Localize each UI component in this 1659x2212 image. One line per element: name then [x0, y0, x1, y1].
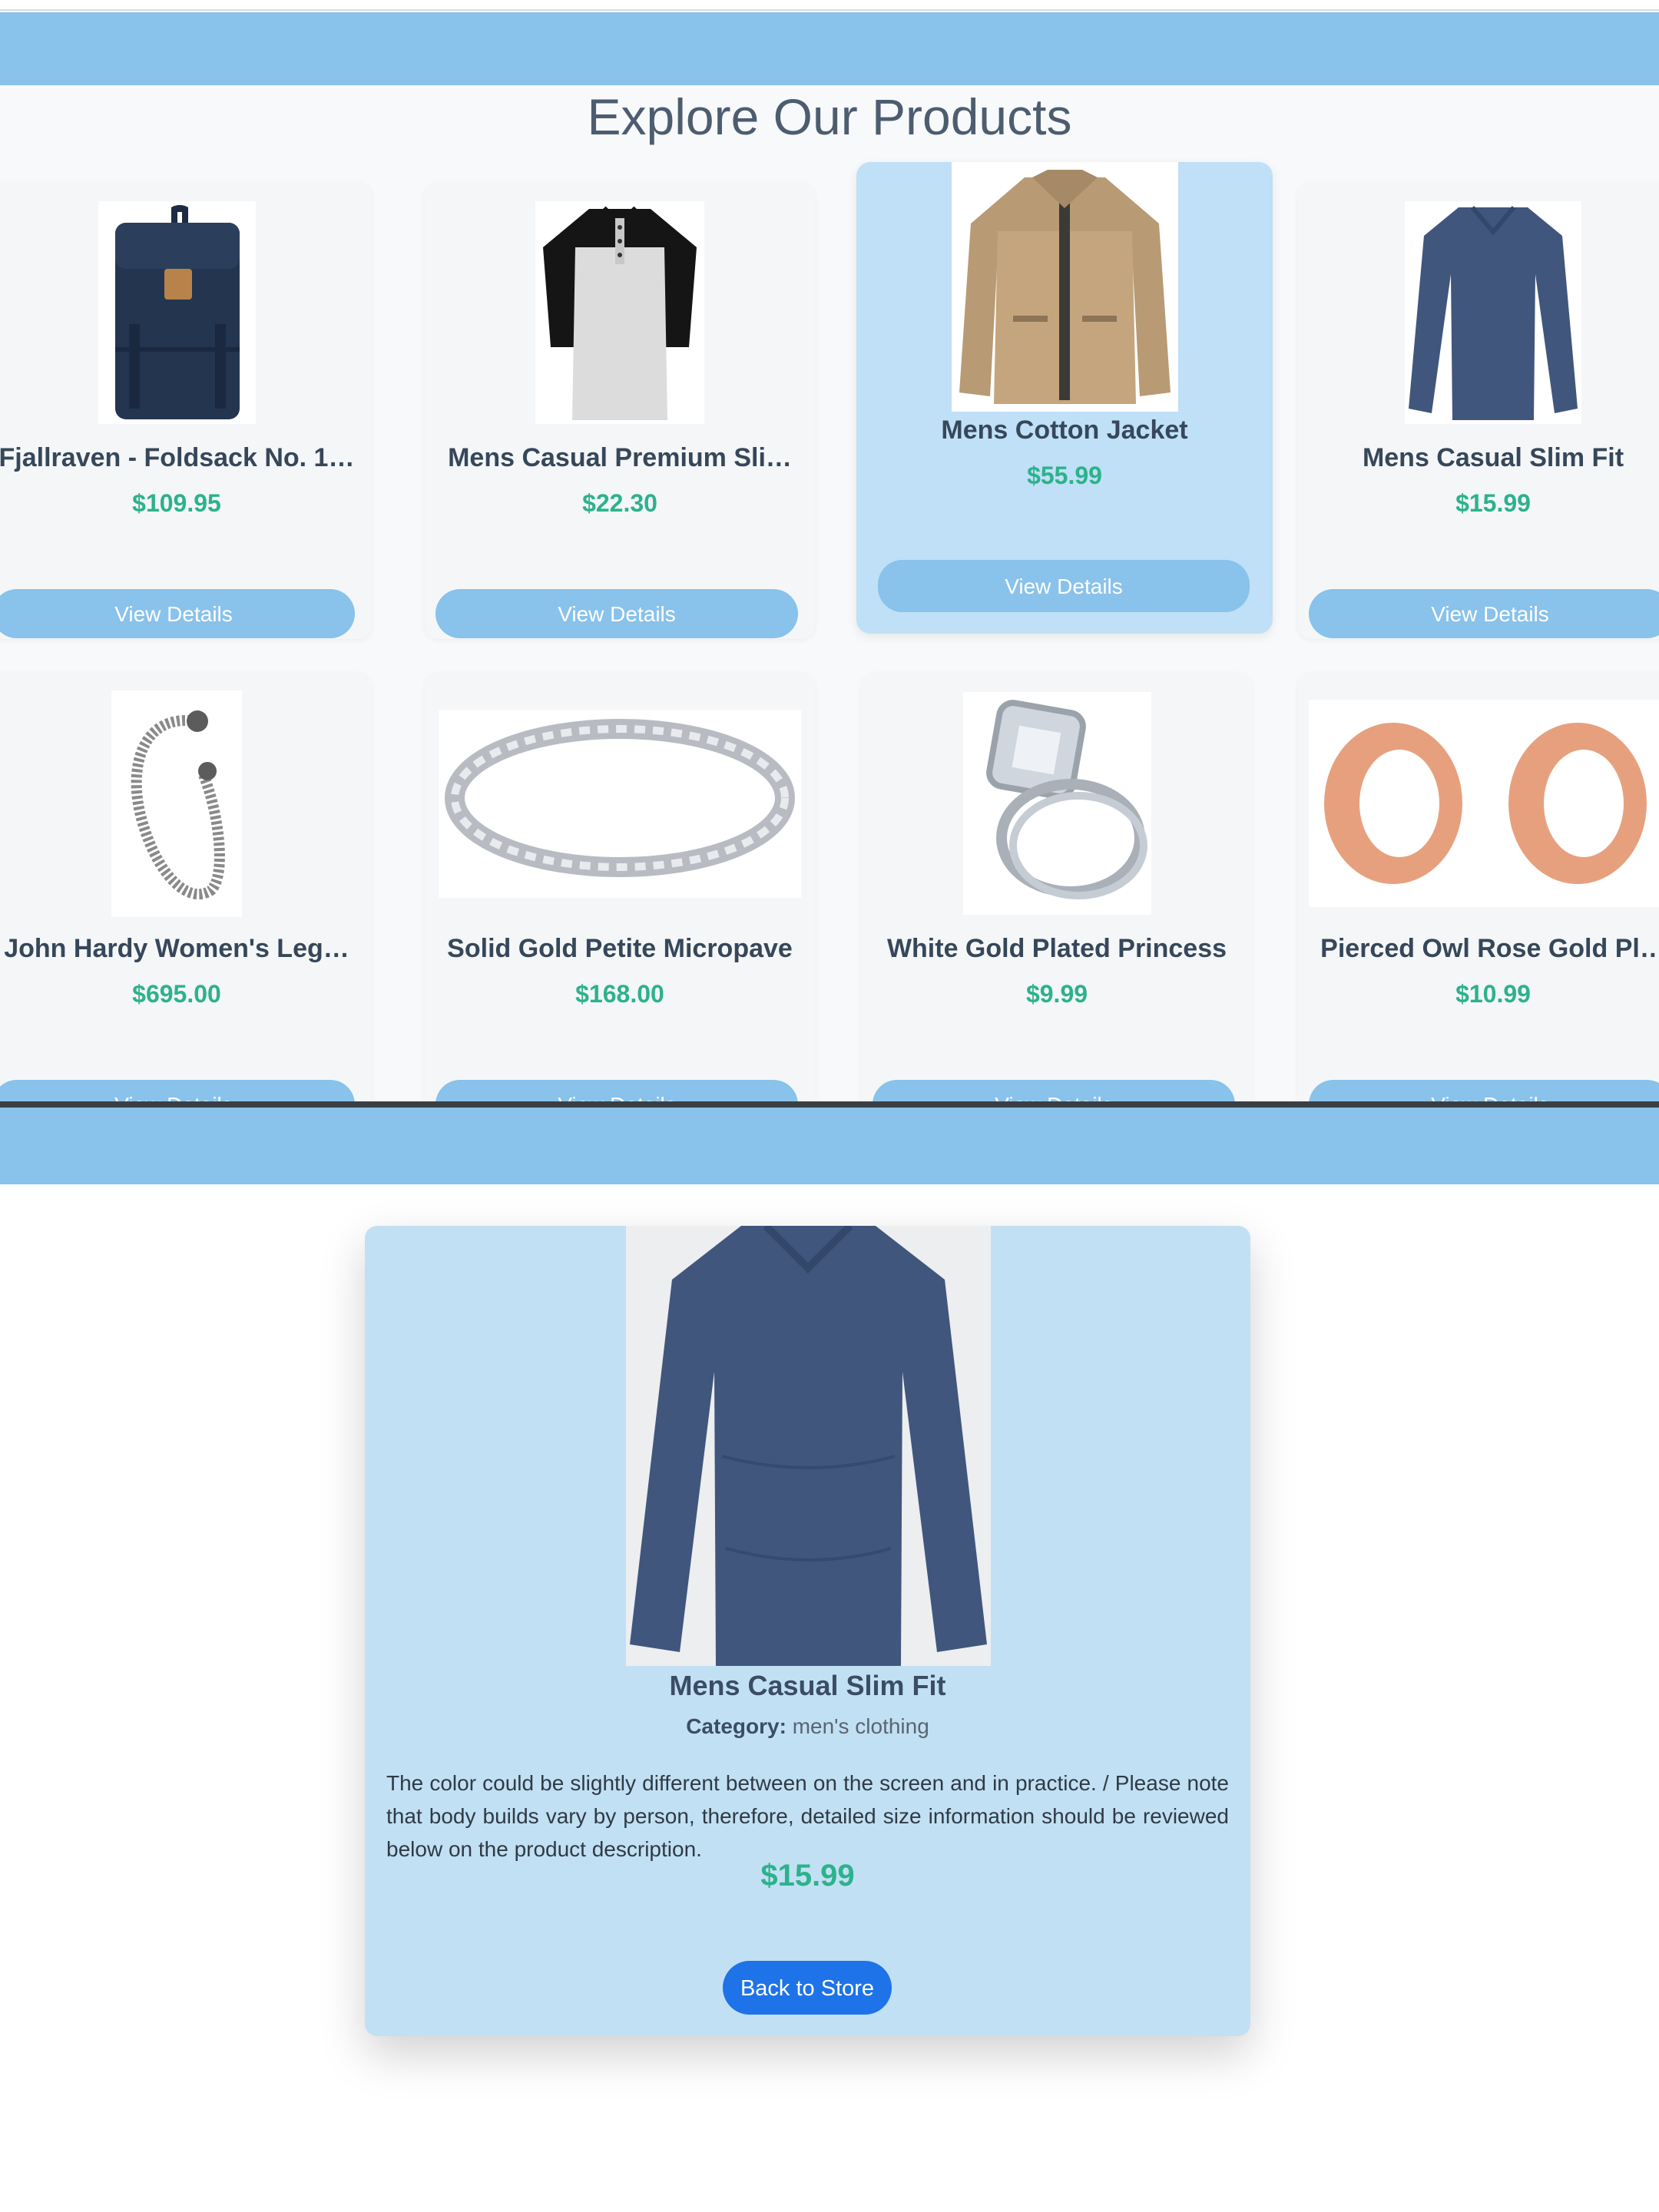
view-details-button[interactable]: View Details: [873, 1080, 1235, 1101]
product-price: $9.99: [1025, 980, 1088, 1008]
window-top-edge: [0, 0, 1659, 11]
princess-ring-image: [862, 688, 1252, 919]
back-to-store-button[interactable]: Back to Store: [723, 1961, 892, 2015]
page-title: Explore Our Products: [587, 88, 1072, 145]
product-card[interactable]: John Hardy Women's Leg… $695.00 View Det…: [0, 673, 372, 1101]
long-sleeve-shirt-image: [1298, 197, 1659, 428]
product-price: $10.99: [1455, 980, 1531, 1008]
category-label: Category:: [686, 1714, 786, 1738]
product-price: $55.99: [1027, 462, 1102, 489]
screenshot-divider: [0, 1101, 1659, 1108]
product-name: Pierced Owl Rose Gold Pl…: [1320, 934, 1659, 963]
view-details-button[interactable]: View Details: [878, 560, 1250, 612]
rose-gold-plugs-image: [1298, 688, 1659, 919]
cotton-jacket-image: [856, 161, 1273, 412]
micropave-ring-image: [425, 688, 815, 919]
store-view: Explore Our Products Fjallraven - Foldsa…: [0, 0, 1659, 1101]
product-detail-category: Category: men's clothing: [365, 1714, 1250, 1739]
view-details-button[interactable]: View Details: [1309, 589, 1659, 638]
product-detail-view: Mens Casual Slim Fit Category: men's clo…: [0, 1108, 1659, 2212]
category-value: men's clothing: [792, 1714, 929, 1738]
view-details-button[interactable]: View Details: [435, 1080, 798, 1101]
detail-header-bar: [0, 1108, 1659, 1184]
raglan-tshirt-image: [425, 197, 815, 428]
product-card[interactable]: Mens Casual Premium Sli… $22.30 View Det…: [425, 182, 815, 639]
product-name: John Hardy Women's Leg…: [4, 934, 349, 963]
product-detail-description: The color could be slightly different be…: [386, 1771, 1229, 1861]
product-price: $109.95: [132, 489, 221, 517]
product-name: Mens Cotton Jacket: [941, 416, 1188, 445]
product-card[interactable]: Mens Casual Slim Fit $15.99 View Details: [1298, 182, 1659, 639]
product-price: $168.00: [575, 980, 664, 1008]
view-details-button[interactable]: View Details: [0, 1080, 355, 1101]
product-name: White Gold Plated Princess: [886, 934, 1227, 963]
backpack-image: [0, 197, 372, 428]
dragon-bracelet-image: [0, 688, 372, 919]
product-price: $15.99: [1455, 489, 1531, 517]
product-card-highlighted[interactable]: Mens Cotton Jacket $55.99 View Details: [856, 161, 1273, 634]
product-name: Mens Casual Slim Fit: [1362, 443, 1624, 472]
product-detail-image: [626, 1226, 991, 1666]
view-details-button[interactable]: View Details: [435, 589, 798, 638]
view-details-button[interactable]: View Details: [0, 589, 355, 638]
product-price: $695.00: [132, 980, 221, 1008]
product-name: Mens Casual Premium Sli…: [448, 443, 792, 472]
product-card[interactable]: White Gold Plated Princess $9.99 View De…: [862, 673, 1252, 1101]
product-detail-price: $15.99: [760, 1859, 855, 1892]
product-card[interactable]: Solid Gold Petite Micropave $168.00 View…: [425, 673, 815, 1101]
store-header-bar: [0, 12, 1659, 85]
product-detail-card: Mens Casual Slim Fit Category: men's clo…: [365, 1226, 1250, 2036]
product-detail-name: Mens Casual Slim Fit: [669, 1670, 946, 1701]
product-card[interactable]: Fjallraven - Foldsack No. 1… $109.95 Vie…: [0, 182, 372, 639]
view-details-button[interactable]: View Details: [1309, 1080, 1659, 1101]
product-name: Solid Gold Petite Micropave: [447, 934, 793, 963]
product-card[interactable]: Pierced Owl Rose Gold Pl… $10.99 View De…: [1298, 673, 1659, 1101]
product-name: Fjallraven - Foldsack No. 1…: [0, 443, 355, 472]
product-price: $22.30: [582, 489, 657, 517]
